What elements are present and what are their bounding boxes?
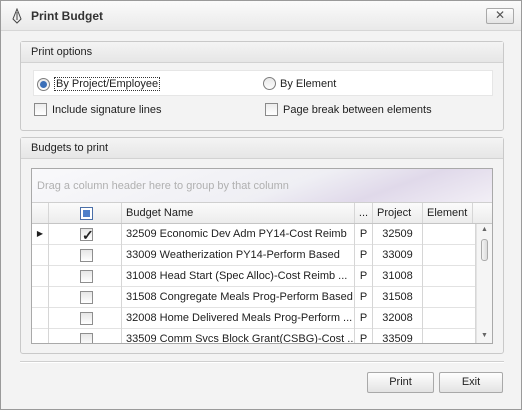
type-cell: P (355, 224, 373, 245)
scroll-down-icon[interactable]: ▼ (481, 332, 488, 339)
row-checkbox-checked-icon[interactable] (80, 225, 94, 245)
column-header-element[interactable]: Element (423, 203, 473, 223)
row-select-cell[interactable] (49, 308, 122, 329)
row-checkbox-icon[interactable] (80, 312, 93, 325)
element-cell (423, 245, 476, 266)
page-break-checkbox[interactable]: Page break between elements (265, 103, 432, 116)
pen-nib-icon (12, 8, 22, 24)
row-checkbox-icon[interactable] (80, 249, 93, 262)
column-header-budget-name[interactable]: Budget Name (122, 203, 355, 223)
radio-by-element[interactable]: By Element (263, 77, 336, 90)
radio-by-project[interactable]: By Project/Employee (37, 77, 161, 91)
radio-by-project-label: By Project/Employee (54, 77, 161, 91)
table-row[interactable]: 31508 Congregate Meals Prog-Perform Base… (32, 287, 476, 308)
close-icon: ✕ (494, 8, 506, 22)
budget-name-cell: 31508 Congregate Meals Prog-Perform Base… (122, 287, 355, 308)
table-row[interactable]: 32008 Home Delivered Meals Prog-Perform … (32, 308, 476, 329)
budget-name-cell: 33509 Comm Svcs Block Grant(CSBG)-Cost .… (122, 329, 355, 343)
row-select-cell[interactable] (49, 329, 122, 343)
print-options-group: Print options By Project/Employee By Ele… (20, 41, 504, 131)
include-signature-label: Include signature lines (52, 103, 162, 116)
radio-by-element-label: By Element (280, 77, 337, 90)
table-row[interactable]: ▶ 32509 Economic Dev Adm PY14-Cost Reimb… (32, 224, 476, 245)
project-cell: 33009 (373, 245, 423, 266)
project-cell: 31008 (373, 266, 423, 287)
row-checkbox-icon[interactable] (80, 270, 93, 283)
type-cell: P (355, 287, 373, 308)
budgets-header: Budgets to print (21, 138, 503, 159)
project-cell: 31508 (373, 287, 423, 308)
type-cell: P (355, 245, 373, 266)
radio-unselected-icon (263, 77, 276, 90)
select-all-header[interactable] (49, 203, 122, 223)
print-options-header: Print options (21, 42, 503, 63)
type-cell: P (355, 329, 373, 343)
grid-header-row: Budget Name ... Project Element (32, 203, 492, 224)
row-select-cell[interactable] (49, 245, 122, 266)
table-row[interactable]: 33509 Comm Svcs Block Grant(CSBG)-Cost .… (32, 329, 476, 343)
table-row[interactable]: 31008 Head Start (Spec Alloc)-Cost Reimb… (32, 266, 476, 287)
close-button[interactable]: ✕ (486, 8, 514, 24)
radio-selected-icon (37, 77, 50, 91)
project-cell: 32008 (373, 308, 423, 329)
scroll-up-icon[interactable]: ▲ (481, 226, 488, 233)
row-checkbox-icon[interactable] (80, 291, 93, 304)
group-by-hint: Drag a column header here to group by th… (37, 180, 289, 192)
element-cell (423, 308, 476, 329)
budget-name-cell: 33009 Weatherization PY14-Perform Based (122, 245, 355, 266)
budget-name-cell: 32008 Home Delivered Meals Prog-Perform … (122, 308, 355, 329)
column-header-project[interactable]: Project (373, 203, 423, 223)
exit-button[interactable]: Exit (439, 372, 503, 393)
title-bar[interactable]: Print Budget ✕ (1, 1, 521, 31)
type-cell: P (355, 266, 373, 287)
element-cell (423, 287, 476, 308)
select-all-checkbox-icon[interactable] (80, 207, 93, 220)
budgets-group: Budgets to print Drag a column header he… (20, 137, 504, 354)
budgets-grid[interactable]: Drag a column header here to group by th… (31, 168, 493, 344)
type-cell: P (355, 308, 373, 329)
row-select-cell[interactable] (49, 266, 122, 287)
grid-vertical-scrollbar[interactable]: ▲ ▼ (476, 224, 492, 343)
project-cell: 33509 (373, 329, 423, 343)
row-indicator-icon: ▶ (32, 224, 49, 245)
window-title: Print Budget (31, 9, 103, 23)
table-row[interactable]: 33009 Weatherization PY14-Perform Based … (32, 245, 476, 266)
checkbox-icon (265, 103, 278, 116)
scroll-thumb[interactable] (481, 239, 488, 261)
page-break-label: Page break between elements (283, 103, 432, 116)
element-cell (423, 329, 476, 343)
print-budget-dialog: Print Budget ✕ Print options By Project/… (0, 0, 522, 410)
element-cell (423, 224, 476, 245)
footer-divider (20, 361, 504, 363)
element-cell (423, 266, 476, 287)
row-select-cell[interactable] (49, 287, 122, 308)
include-signature-checkbox[interactable]: Include signature lines (34, 103, 161, 116)
budget-name-cell: 32509 Economic Dev Adm PY14-Cost Reimb (122, 224, 355, 245)
column-header-type[interactable]: ... (355, 203, 373, 223)
budget-name-cell: 31008 Head Start (Spec Alloc)-Cost Reimb… (122, 266, 355, 287)
row-select-cell[interactable] (49, 224, 122, 245)
group-by-panel[interactable]: Drag a column header here to group by th… (32, 169, 492, 203)
print-button[interactable]: Print (367, 372, 434, 393)
project-cell: 32509 (373, 224, 423, 245)
checkbox-icon (34, 103, 47, 116)
indicator-header (32, 203, 49, 223)
row-checkbox-icon[interactable] (80, 333, 93, 343)
